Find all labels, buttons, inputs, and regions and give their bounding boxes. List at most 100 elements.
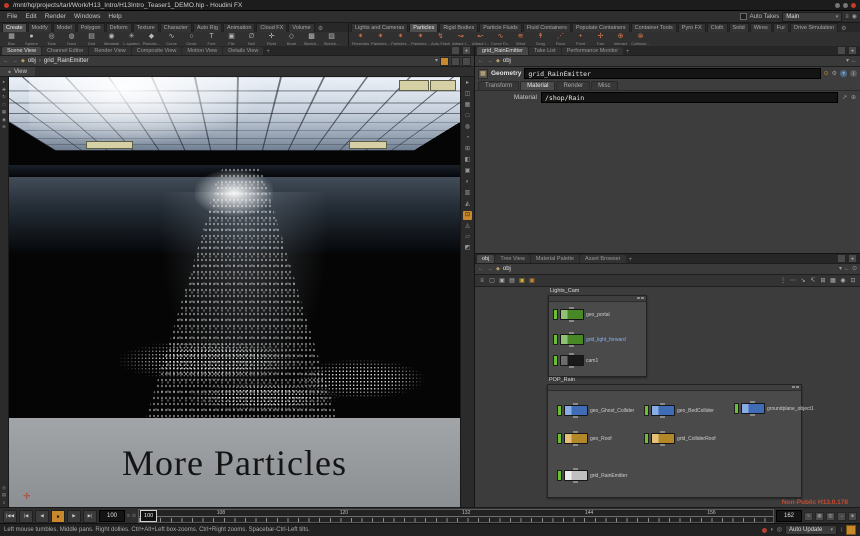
shelf-tool[interactable]: ⊕ Interact [611, 33, 630, 46]
node-display-flag[interactable] [557, 433, 562, 444]
shelf-tab[interactable]: Particles [409, 23, 438, 32]
network-tool-icon[interactable]: ▣ [528, 277, 536, 285]
viewport-display-icon[interactable]: ◩ [463, 244, 472, 253]
shelf-tab[interactable]: Cloth [707, 23, 728, 32]
pane-maximize-icon[interactable] [451, 46, 460, 55]
range-end-field[interactable]: 162 [776, 510, 802, 522]
pane-tab[interactable]: obj [477, 255, 494, 263]
shelf-tool[interactable]: ✳ L-system [122, 33, 141, 46]
shelf-tool[interactable]: ⋰ Flock [551, 33, 570, 46]
network-node[interactable]: grid_RainEmitter [557, 470, 627, 481]
back-icon[interactable]: ← [478, 266, 484, 272]
search-icon[interactable]: ⊙ [852, 266, 857, 272]
updown-icon[interactable]: ↕ [840, 527, 843, 533]
network-tool-icon[interactable]: ▦ [829, 277, 837, 285]
shelf-tab[interactable]: Volume [288, 23, 314, 32]
material-path-field[interactable]: /shop/Rain [541, 92, 838, 103]
transport-button[interactable]: ◀ [35, 510, 49, 523]
playback-option-icon[interactable]: ▥ [826, 512, 835, 521]
network-box-pop-rain[interactable]: POP_Rain geo_Ghost_Collider [547, 384, 802, 498]
info-icon[interactable]: i [850, 70, 857, 77]
viewport-display-icon[interactable]: ◍ [463, 123, 472, 132]
viewport-tool-icon[interactable]: ≡ [3, 501, 6, 506]
network-box-lights-cam[interactable]: Lights_Cam geo_portal [548, 295, 647, 377]
network-node[interactable]: grid_ColliderRoof [644, 433, 716, 444]
shelf-tool[interactable]: ▣ File [222, 33, 241, 46]
shelf-tool[interactable]: ✶ Particles... [411, 33, 430, 46]
current-frame-marker[interactable]: 100 [140, 510, 157, 522]
pane-menu-icon[interactable]: ● [848, 46, 857, 55]
network-tool-icon[interactable]: ▤ [508, 277, 516, 285]
pane-tab[interactable]: Render View [89, 47, 130, 55]
node-display-flag[interactable] [553, 334, 558, 345]
network-canvas[interactable]: Lights_Cam geo_portal [475, 287, 860, 508]
shelf-tool[interactable]: ▦ Box [2, 33, 21, 46]
shelf-tab[interactable]: Modify [28, 23, 52, 32]
box-resize-icon[interactable] [796, 386, 799, 388]
shelf-tab[interactable]: Animation [223, 23, 255, 32]
transport-button[interactable]: ■ [51, 510, 65, 523]
pane-tab[interactable]: Scene View [2, 47, 41, 55]
breadcrumb-root[interactable]: obj [503, 58, 511, 64]
playback-option-icon[interactable]: ◈ [848, 512, 857, 521]
snapshot-icon[interactable] [440, 57, 449, 66]
box-minimize-icon[interactable] [637, 297, 640, 299]
node-display-flag[interactable] [557, 470, 562, 481]
network-node[interactable]: groundplane_object1 [734, 403, 814, 414]
network-node[interactable]: cam1 [553, 355, 598, 366]
node-name-field[interactable]: grid_RainEmitter [524, 68, 820, 79]
shelf-tool[interactable]: ↝ Attract f... [451, 33, 470, 46]
shelf-tool[interactable]: ↟ Drag [531, 33, 550, 46]
node-display-flag[interactable] [644, 405, 649, 416]
shelf-tool[interactable]: ⊗ Collision... [631, 33, 650, 46]
view-options-icon[interactable] [462, 57, 471, 66]
back-icon[interactable]: ← [3, 58, 9, 64]
back-arrow-icon[interactable]: ← [851, 58, 857, 64]
pane-tab[interactable]: Performance Monitor [562, 47, 623, 55]
shelf-tool[interactable]: ✛ Rivet [262, 33, 281, 46]
shelf-tool[interactable]: ◎ Tube [42, 33, 61, 46]
shelf-tab[interactable]: Particle Fluids [479, 23, 522, 32]
playback-option-icon[interactable]: ◔ [837, 512, 846, 521]
network-tool-icon[interactable]: ⊞ [819, 277, 827, 285]
transport-button[interactable]: |◀ [19, 510, 33, 523]
viewport-tool-icon[interactable]: ▤ [2, 493, 6, 498]
node-display-flag[interactable] [553, 309, 558, 320]
minimize-button[interactable] [835, 3, 840, 8]
viewport-display-icon[interactable]: ⊞ [463, 145, 472, 154]
auto-takes-checkbox[interactable] [740, 13, 747, 20]
pane-tab[interactable]: Composite View [132, 47, 182, 55]
shelf-tab[interactable]: Character [160, 23, 192, 32]
node-display-flag[interactable] [557, 405, 562, 416]
forward-icon[interactable]: → [487, 58, 493, 64]
maximize-button[interactable] [843, 3, 848, 8]
shelf-tab[interactable]: Container Tools [631, 23, 677, 32]
shelf-tool[interactable]: ◇ Bone [282, 33, 301, 46]
shelf-tool[interactable]: ∿ Curve Fo... [491, 33, 510, 46]
breadcrumb-root[interactable]: obj [503, 266, 511, 272]
notification-icon[interactable]: ◉ [852, 14, 857, 20]
close-button[interactable] [851, 3, 856, 8]
viewport-tool-icon[interactable]: □ [3, 103, 6, 108]
network-tool-icon[interactable]: ◉ [839, 277, 847, 285]
shelf-tool[interactable]: ✶ Fireworks [351, 33, 370, 46]
shelf-tool[interactable]: ▩ Sketch... [302, 33, 321, 46]
node-display-flag[interactable] [734, 403, 739, 414]
chevron-down-icon[interactable]: ▾ [435, 58, 438, 64]
input-selector-icon[interactable]: ⊙ [824, 71, 829, 77]
network-node[interactable]: grid_light_forward [553, 334, 626, 345]
menu-item[interactable]: Help [104, 13, 125, 20]
viewport-display-icon[interactable]: ▣ [463, 167, 472, 176]
pane-menu-icon[interactable]: ● [462, 46, 471, 55]
pane-tab[interactable]: Material Palette [531, 255, 579, 263]
shelf-tab[interactable]: Fluid Containers [523, 23, 571, 32]
camera-lock-icon[interactable] [451, 57, 460, 66]
box-minimize-icon[interactable] [792, 386, 795, 388]
pane-maximize-icon[interactable] [837, 46, 846, 55]
shelf-tool[interactable]: ▤ Grid [82, 33, 101, 46]
menu-item[interactable]: Edit [21, 13, 40, 20]
viewport-display-icon[interactable]: ◔ [463, 134, 472, 143]
shelf-tab[interactable]: Auto Rig [193, 23, 222, 32]
shelf-tool[interactable]: ✶ Particles... [371, 33, 390, 46]
auto-update-selector[interactable]: Auto Update ▾ [785, 525, 837, 535]
